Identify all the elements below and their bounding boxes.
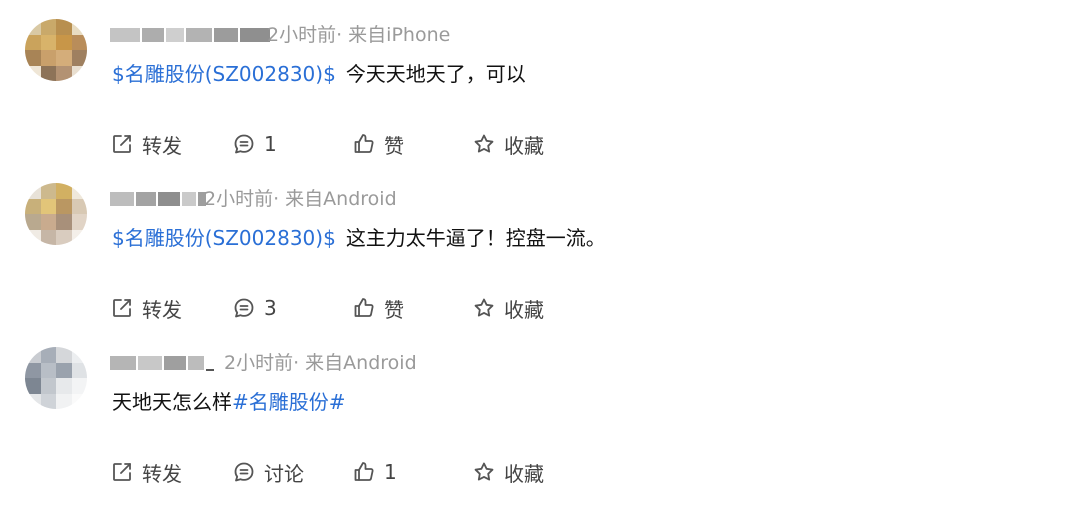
username-blurred[interactable] (110, 353, 214, 373)
thumbs-up-icon (354, 462, 374, 481)
favorite-label: 收藏 (504, 461, 544, 486)
share-icon (113, 463, 131, 481)
comment-count: 3 (264, 296, 277, 320)
like-label: 赞 (384, 297, 404, 322)
post-meta: 2小时前· 来自Android (204, 188, 397, 210)
action-bar: 转发 3 赞 收藏 (0, 293, 1080, 323)
comment-icon (234, 298, 254, 318)
share-icon (113, 135, 131, 153)
thumbs-up-icon (354, 134, 374, 153)
post-text: 天地天怎么样 (112, 390, 232, 414)
comment-count: 1 (264, 132, 277, 156)
repost-button[interactable]: 转发 (110, 129, 182, 159)
star-icon (474, 298, 494, 317)
favorite-label: 收藏 (504, 133, 544, 158)
favorite-label: 收藏 (504, 297, 544, 322)
like-label: 赞 (384, 133, 404, 158)
comment-label: 讨论 (264, 461, 304, 486)
comment-icon (234, 462, 254, 482)
post-item: 2小时前· 来自iPhone $名雕股份(SZ002830)$ 今天天地天了，可以… (0, 17, 1080, 181)
post-content: $名雕股份(SZ002830)$ 今天天地天了，可以 (112, 59, 526, 89)
comment-icon (234, 134, 254, 154)
post-meta: 2小时前· 来自Android (224, 352, 417, 374)
avatar[interactable] (25, 347, 87, 409)
repost-label: 转发 (142, 461, 182, 486)
thumbs-up-icon (354, 298, 374, 317)
favorite-button[interactable]: 收藏 (472, 293, 544, 323)
post-text: 今天天地天了，可以 (345, 62, 526, 86)
favorite-button[interactable]: 收藏 (472, 129, 544, 159)
topic-hashtag-link[interactable]: #名雕股份# (232, 390, 346, 414)
comment-button[interactable]: 3 (232, 293, 277, 323)
like-button[interactable]: 赞 (352, 129, 404, 159)
username-blurred[interactable] (110, 25, 270, 45)
repost-label: 转发 (142, 297, 182, 322)
like-button[interactable]: 赞 (352, 293, 404, 323)
star-icon (474, 134, 494, 153)
comment-button[interactable]: 讨论 (232, 457, 304, 487)
action-bar: 转发 1 赞 收藏 (0, 129, 1080, 159)
post-item: 2小时前· 来自Android $名雕股份(SZ002830)$ 这主力太牛逼了！… (0, 181, 1080, 345)
repost-button[interactable]: 转发 (110, 457, 182, 487)
avatar[interactable] (25, 183, 87, 245)
stock-link[interactable]: $名雕股份(SZ002830)$ (112, 62, 336, 86)
favorite-button[interactable]: 收藏 (472, 457, 544, 487)
like-count: 1 (384, 460, 397, 484)
repost-button[interactable]: 转发 (110, 293, 182, 323)
star-icon (474, 462, 494, 481)
post-content: 天地天怎么样#名雕股份# (112, 387, 346, 417)
post-content: $名雕股份(SZ002830)$ 这主力太牛逼了！控盘一流。 (112, 223, 606, 253)
share-icon (113, 299, 131, 317)
like-button[interactable]: 1 (352, 457, 397, 487)
stock-link[interactable]: $名雕股份(SZ002830)$ (112, 226, 336, 250)
comment-button[interactable]: 1 (232, 129, 277, 159)
avatar[interactable] (25, 19, 87, 81)
repost-label: 转发 (142, 133, 182, 158)
post-text: 这主力太牛逼了！控盘一流。 (345, 226, 606, 250)
username-blurred[interactable] (110, 189, 206, 209)
action-bar: 转发 讨论 1 收藏 (0, 457, 1080, 487)
post-meta: 2小时前· 来自iPhone (267, 24, 451, 46)
post-item: 2小时前· 来自Android 天地天怎么样#名雕股份# 转发 讨论 1 收藏 (0, 345, 1080, 509)
